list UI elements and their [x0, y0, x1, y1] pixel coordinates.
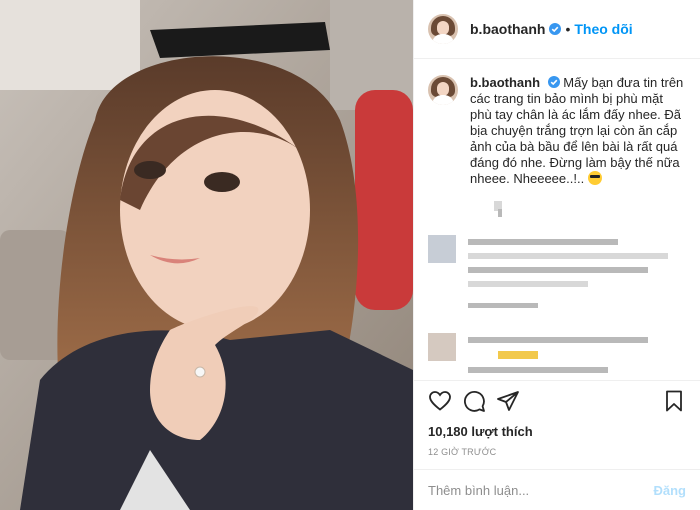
post-photo[interactable] [0, 0, 413, 510]
verified-badge-icon [549, 23, 562, 35]
add-comment-box: Thêm bình luận... Đăng [414, 469, 700, 510]
caption-verified-badge-icon [547, 76, 560, 88]
post-timestamp[interactable]: 12 GIỜ TRƯỚC [414, 439, 700, 469]
selfie-photo [0, 0, 413, 510]
action-bar [414, 380, 700, 420]
likes-count[interactable]: 10,180 lượt thích [414, 420, 700, 439]
post-header: b.baothanh • Theo dõi [414, 0, 700, 59]
caption-text-block: b.baothanh Mấy bạn đưa tin trên các tran… [470, 75, 686, 187]
post-sidebar: b.baothanh • Theo dõi b.baothanh Mấy bạn… [413, 0, 700, 510]
caption-avatar[interactable] [428, 75, 458, 105]
comments-area: b.baothanh Mấy bạn đưa tin trên các tran… [414, 59, 700, 380]
comment-input[interactable]: Thêm bình luận... [428, 483, 654, 498]
sunglasses-emoji-icon [587, 171, 602, 185]
heart-icon[interactable] [428, 389, 452, 413]
post-comment-button[interactable]: Đăng [654, 483, 687, 498]
bookmark-icon[interactable] [662, 389, 686, 413]
header-separator: • [565, 21, 571, 37]
caption-text: Mấy bạn đưa tin trên các trang tin bảo m… [470, 75, 684, 186]
caption-username[interactable]: b.baothanh [470, 75, 540, 90]
avatar[interactable] [428, 14, 458, 44]
paper-plane-icon[interactable] [496, 389, 520, 413]
caption: b.baothanh Mấy bạn đưa tin trên các tran… [428, 75, 686, 187]
follow-button[interactable]: Theo dõi [574, 21, 632, 37]
header-username[interactable]: b.baothanh [470, 21, 545, 37]
comment-icon[interactable] [462, 389, 486, 413]
instagram-post: b.baothanh • Theo dõi b.baothanh Mấy bạn… [0, 0, 700, 510]
blurred-comments [428, 187, 686, 380]
